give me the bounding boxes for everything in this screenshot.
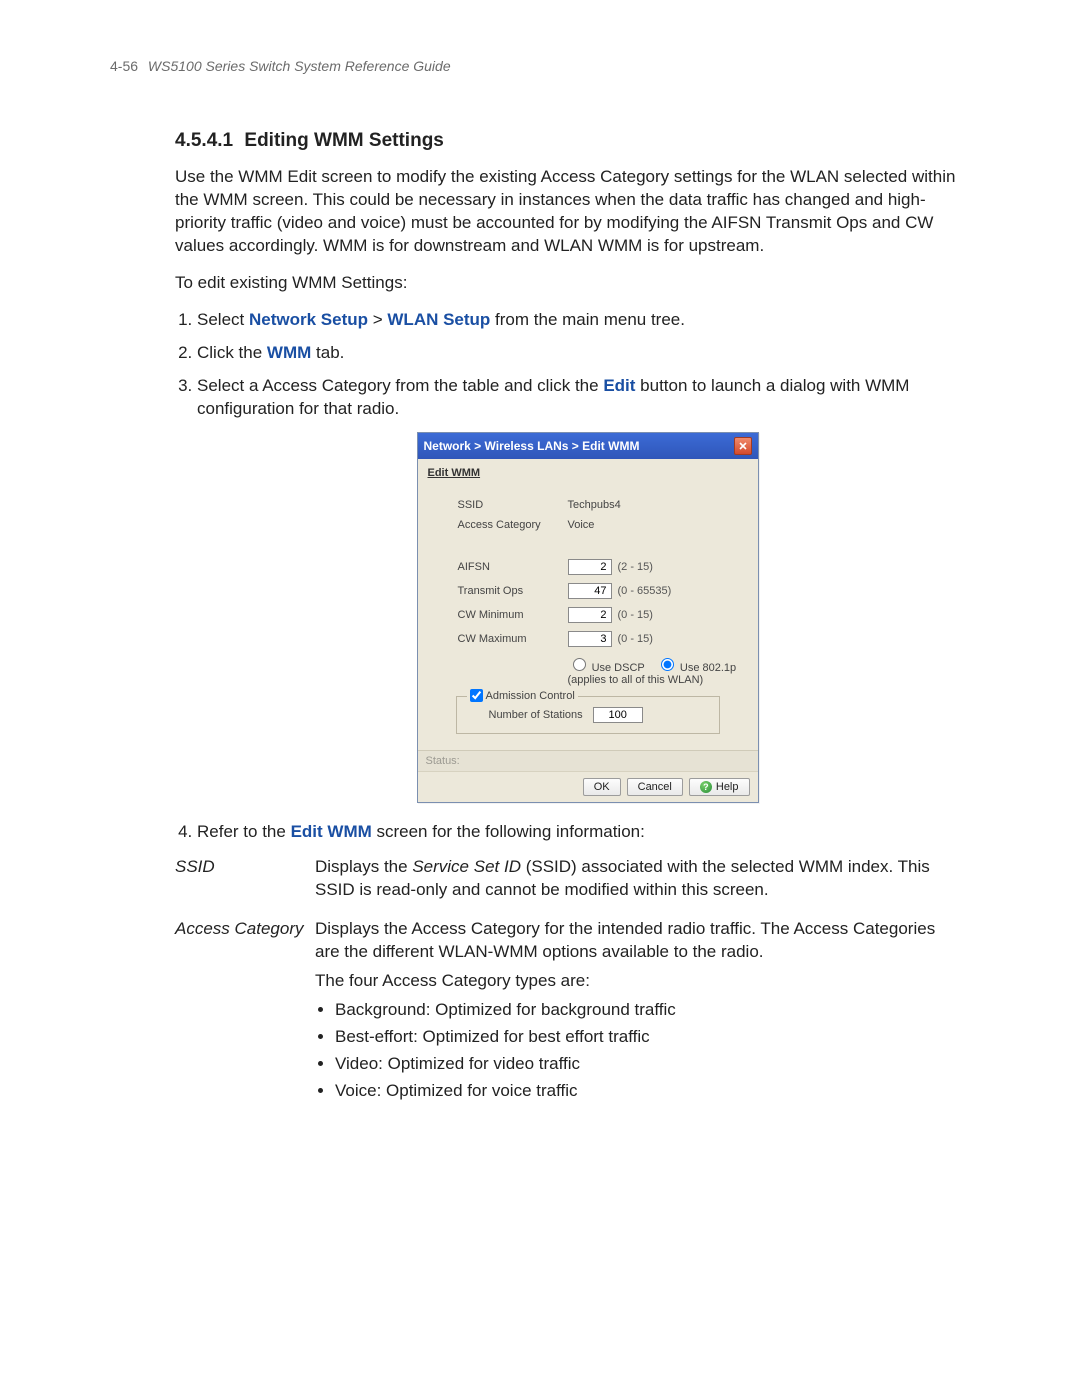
ac-background: Background: Optimized for background tra… [335, 999, 955, 1022]
page-number: 4-56 [110, 58, 138, 74]
step-3: Select a Access Category from the table … [197, 375, 1000, 421]
row-cw-min: CW Minimum (0 - 15) [428, 607, 748, 623]
admission-control-legend[interactable]: Admission Control [467, 689, 578, 702]
checkbox-admission-control[interactable] [470, 689, 483, 702]
label-cw-max: CW Maximum [458, 633, 568, 645]
cancel-button[interactable]: Cancel [627, 778, 683, 796]
row-access-category: Access Category Voice [428, 519, 748, 531]
label-transmit-ops: Transmit Ops [458, 585, 568, 597]
close-button[interactable] [734, 437, 752, 455]
label-access-category: Access Category [458, 519, 568, 531]
hint-aifsn: (2 - 15) [618, 561, 653, 573]
input-transmit-ops[interactable] [568, 583, 612, 599]
hint-cw-min: (0 - 15) [618, 609, 653, 621]
help-icon: ? [700, 781, 712, 793]
def-desc-ac: Displays the Access Category for the int… [315, 918, 955, 1107]
steps-list: Select Network Setup > WLAN Setup from t… [175, 309, 1000, 421]
dialog-button-row: OK Cancel ? Help [418, 771, 758, 802]
label-admission-control: Admission Control [486, 690, 575, 702]
doc-title: WS5100 Series Switch System Reference Gu… [148, 58, 451, 74]
status-bar: Status: [418, 750, 758, 771]
row-aifsn: AIFSN (2 - 15) [428, 559, 748, 575]
edit-wmm-dialog: Network > Wireless LANs > Edit WMM Edit … [417, 432, 759, 803]
def-desc-ssid: Displays the Service Set ID (SSID) assoc… [315, 856, 955, 902]
ac-voice: Voice: Optimized for voice traffic [335, 1080, 955, 1103]
input-num-stations[interactable] [593, 707, 643, 723]
row-dscp-8021p: Use DSCP Use 802.1p [428, 655, 748, 674]
input-cw-min[interactable] [568, 607, 612, 623]
row-ssid: SSID Techpubs4 [428, 499, 748, 511]
def-term-ac: Access Category [175, 918, 315, 1107]
dialog-titlebar: Network > Wireless LANs > Edit WMM [418, 433, 758, 459]
input-aifsn[interactable] [568, 559, 612, 575]
section-number: 4.5.4.1 [175, 130, 233, 151]
ac-video: Video: Optimized for video traffic [335, 1053, 955, 1076]
label-cw-min: CW Minimum [458, 609, 568, 621]
radio-use-dscp-label[interactable]: Use DSCP [568, 662, 645, 674]
row-cw-max: CW Maximum (0 - 15) [428, 631, 748, 647]
page-header: 4-56 WS5100 Series Switch System Referen… [110, 58, 1000, 74]
input-cw-max[interactable] [568, 631, 612, 647]
kw-wlan-setup: WLAN Setup [387, 310, 490, 329]
section-heading: 4.5.4.1 Editing WMM Settings [175, 130, 1000, 152]
definition-table: SSID Displays the Service Set ID (SSID) … [175, 856, 1000, 1106]
hint-transmit-ops: (0 - 65535) [618, 585, 672, 597]
step-1: Select Network Setup > WLAN Setup from t… [197, 309, 1000, 332]
step-2: Click the WMM tab. [197, 342, 1000, 365]
lead-paragraph: To edit existing WMM Settings: [175, 272, 975, 295]
kw-wmm: WMM [267, 343, 311, 362]
value-ssid: Techpubs4 [568, 499, 621, 511]
help-button[interactable]: ? Help [689, 778, 750, 796]
def-term-ssid: SSID [175, 856, 315, 902]
radio-use-8021p-label[interactable]: Use 802.1p [656, 662, 736, 674]
label-ssid: SSID [458, 499, 568, 511]
value-access-category: Voice [568, 519, 595, 531]
radio-use-8021p[interactable] [661, 658, 674, 671]
section-body: 4.5.4.1 Editing WMM Settings Use the WMM… [175, 130, 1000, 1107]
def-row-access-category: Access Category Displays the Access Cate… [175, 918, 1000, 1107]
admission-control-fieldset: Admission Control Number of Stations [456, 696, 720, 734]
kw-edit-wmm: Edit WMM [291, 822, 372, 841]
radio-use-dscp[interactable] [573, 658, 586, 671]
ok-button[interactable]: OK [583, 778, 621, 796]
label-num-stations: Number of Stations [489, 709, 583, 721]
ac-types-list: Background: Optimized for background tra… [315, 999, 955, 1103]
close-icon [738, 441, 748, 451]
kw-edit: Edit [603, 376, 635, 395]
status-label: Status: [426, 755, 460, 767]
section-title: Editing WMM Settings [244, 130, 443, 151]
step-4: Refer to the Edit WMM screen for the fol… [197, 821, 1000, 844]
dialog-body: Edit WMM SSID Techpubs4 Access Category … [418, 459, 758, 750]
dialog-breadcrumb: Network > Wireless LANs > Edit WMM [424, 439, 734, 453]
kw-network-setup: Network Setup [249, 310, 368, 329]
def-row-ssid: SSID Displays the Service Set ID (SSID) … [175, 856, 1000, 902]
dialog-section-label: Edit WMM [428, 467, 748, 479]
row-num-stations: Number of Stations [469, 707, 707, 723]
intro-paragraph: Use the WMM Edit screen to modify the ex… [175, 166, 975, 258]
page: 4-56 WS5100 Series Switch System Referen… [0, 0, 1080, 1397]
ac-best-effort: Best-effort: Optimized for best effort t… [335, 1026, 955, 1049]
radio-note: (applies to all of this WLAN) [428, 674, 748, 686]
row-transmit-ops: Transmit Ops (0 - 65535) [428, 583, 748, 599]
hint-cw-max: (0 - 15) [618, 633, 653, 645]
steps-list-cont: Refer to the Edit WMM screen for the fol… [175, 821, 1000, 844]
label-aifsn: AIFSN [458, 561, 568, 573]
